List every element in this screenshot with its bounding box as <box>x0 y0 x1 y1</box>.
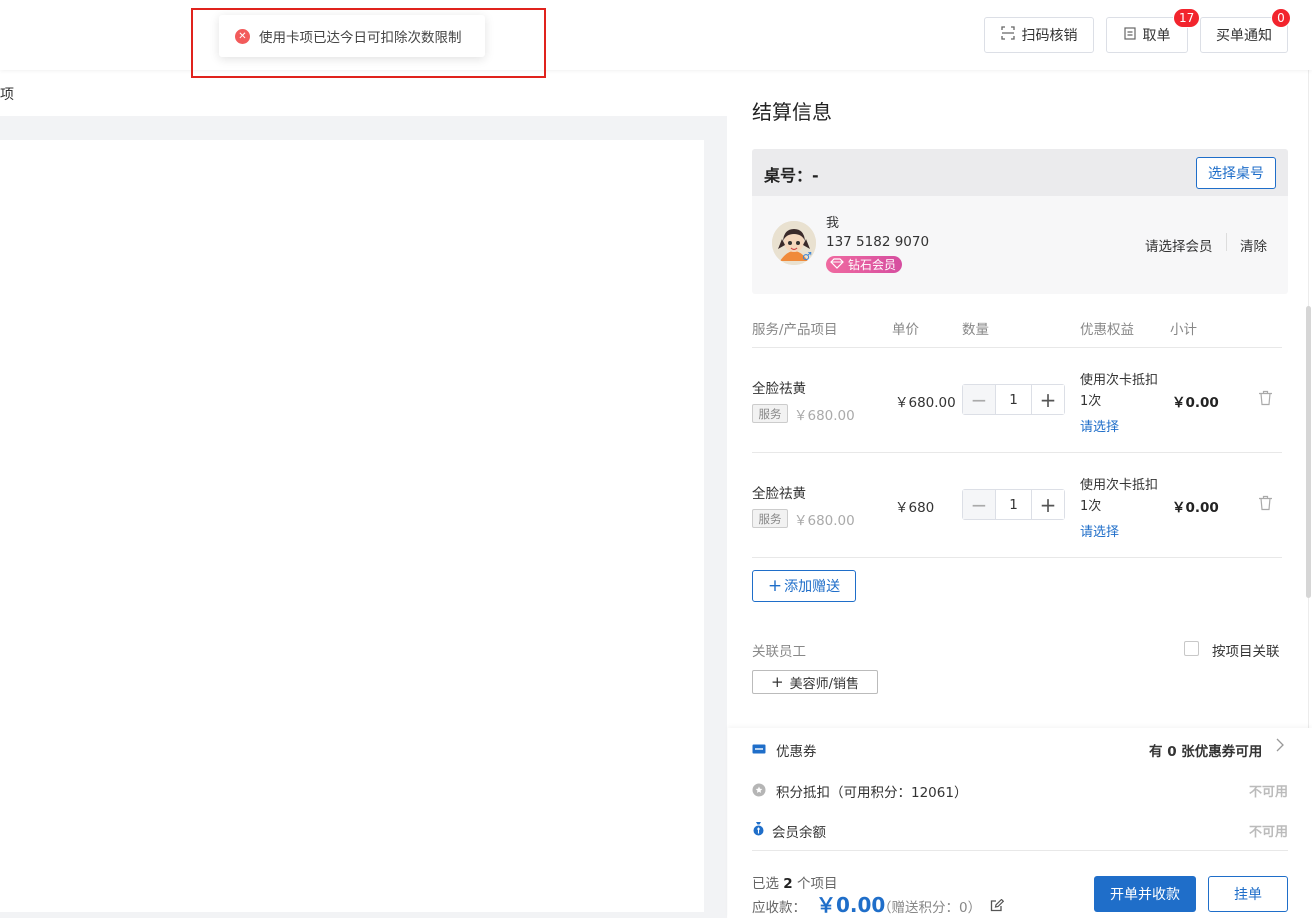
purchase-notice-badge: 0 <box>1271 8 1291 28</box>
points-icon <box>752 782 766 801</box>
column-header-item: 服务/产品项目 <box>752 322 838 338</box>
discount-text: 使用次卡抵扣 <box>1080 478 1159 493</box>
male-icon: ♂ <box>802 250 812 263</box>
scan-verify-button[interactable]: 扫码核销 <box>984 17 1094 53</box>
discount-text: 使用次卡抵扣 <box>1080 373 1159 388</box>
gift-points: （赠送积分：0） <box>878 900 982 916</box>
row-subtotal: ￥0.00 <box>1172 500 1219 516</box>
scan-verify-label: 扫码核销 <box>1021 28 1078 44</box>
trash-icon[interactable] <box>1258 390 1273 410</box>
member-card: 桌号：- 选择桌号 ♂ 我 137 5182 9070 钻石会员 请选择会员 清… <box>752 149 1288 294</box>
settlement-title: 结算信息 <box>752 100 832 124</box>
money-bag-icon <box>752 821 765 840</box>
left-tab-fragment[interactable]: 项 <box>0 84 14 104</box>
increment-button[interactable]: + <box>1032 385 1064 414</box>
points-status: 不可用 <box>1248 785 1288 800</box>
divider <box>752 557 1282 558</box>
choose-desk-button[interactable]: 选择桌号 <box>1196 157 1276 189</box>
diamond-icon <box>830 257 844 272</box>
add-gift-button[interactable]: + 添加赠送 <box>752 570 856 602</box>
edit-icon[interactable] <box>990 897 1005 916</box>
member-name: 我 <box>826 216 840 231</box>
member-phone: 137 5182 9070 <box>826 234 930 250</box>
highlight-box <box>191 8 546 78</box>
desk-header: 桌号：- 选择桌号 <box>752 149 1288 196</box>
decrement-button[interactable]: − <box>963 385 995 414</box>
quantity-value[interactable]: 1 <box>995 385 1032 414</box>
due-amount: ￥0.00 <box>816 893 886 917</box>
row-original-price: ￥680.00 <box>794 513 855 529</box>
purchase-notice-label: 买单通知 <box>1216 28 1272 44</box>
take-order-badge: 17 <box>1173 8 1201 28</box>
choose-discount-link[interactable]: 请选择 <box>1080 521 1119 540</box>
balance-status: 不可用 <box>1248 825 1288 840</box>
divider <box>1226 233 1227 251</box>
balance-label: 会员余额 <box>772 825 826 841</box>
link-by-item-checkbox[interactable] <box>1184 641 1199 656</box>
trash-icon[interactable] <box>1258 495 1273 515</box>
discount-count: 1次 <box>1080 499 1102 514</box>
plus-icon: + <box>767 576 783 596</box>
column-header-quantity: 数量 <box>962 322 989 338</box>
row-unit-price[interactable]: ￥680.00 <box>895 391 956 411</box>
quantity-value[interactable]: 1 <box>995 490 1032 519</box>
add-gift-label: 添加赠送 <box>784 579 841 595</box>
row-unit-price[interactable]: ￥680 <box>895 496 934 516</box>
points-label: 积分抵扣（可用积分：12061） <box>776 785 968 801</box>
link-by-item-label[interactable]: 按项目关联 <box>1212 640 1280 660</box>
selected-prefix: 已选 <box>752 876 779 892</box>
desk-label: 桌号：- <box>764 166 819 185</box>
item-type-tag: 服务 <box>752 509 788 528</box>
decrement-button[interactable]: − <box>963 490 995 519</box>
row-original-price: ￥680.00 <box>794 408 855 424</box>
coupon-label[interactable]: 优惠券 <box>776 740 817 760</box>
add-staff-label: 美容师/销售 <box>789 676 859 692</box>
hold-order-button[interactable]: 挂单 <box>1208 876 1288 912</box>
due-label: 应收款： <box>752 900 806 916</box>
quantity-stepper: − 1 + <box>962 489 1065 520</box>
divider <box>752 850 1288 851</box>
member-level-badge: 钻石会员 <box>826 256 903 273</box>
row-item-name: 全脸祛黄 <box>752 486 806 502</box>
column-header-discount: 优惠权益 <box>1080 322 1134 338</box>
choose-member-link[interactable]: 请选择会员 <box>1145 235 1213 255</box>
scrollbar[interactable] <box>1306 306 1311 598</box>
receipt-icon <box>1123 26 1136 44</box>
selected-count-value: 2 <box>783 876 793 892</box>
add-staff-button[interactable]: + 美容师/销售 <box>752 670 878 694</box>
coupon-availability[interactable]: 有 0 张优惠券可用 <box>1149 740 1262 760</box>
divider <box>752 452 1282 453</box>
scan-icon <box>1000 26 1015 44</box>
row-subtotal: ￥0.00 <box>1172 395 1219 411</box>
increment-button[interactable]: + <box>1032 490 1064 519</box>
plus-icon: + <box>771 673 784 691</box>
related-staff-label: 关联员工 <box>752 644 806 660</box>
chevron-right-icon[interactable] <box>1276 738 1284 756</box>
take-order-button[interactable]: 取单 17 <box>1106 8 1201 53</box>
quantity-stepper: − 1 + <box>962 384 1065 415</box>
take-order-label: 取单 <box>1142 28 1171 44</box>
column-header-unit-price: 单价 <box>892 322 919 338</box>
purchase-notice-button[interactable]: 买单通知 0 <box>1200 8 1291 53</box>
discount-count: 1次 <box>1080 394 1102 409</box>
left-content-panel <box>0 140 704 912</box>
coupon-icon <box>752 741 766 760</box>
member-level-label: 钻石会员 <box>848 258 897 272</box>
row-item-name: 全脸祛黄 <box>752 381 806 397</box>
choose-discount-link[interactable]: 请选择 <box>1080 416 1119 435</box>
divider <box>752 347 1282 348</box>
open-and-pay-button[interactable]: 开单并收款 <box>1094 876 1196 912</box>
column-header-subtotal: 小计 <box>1170 322 1197 338</box>
clear-member-link[interactable]: 清除 <box>1240 235 1267 255</box>
item-type-tag: 服务 <box>752 404 788 423</box>
